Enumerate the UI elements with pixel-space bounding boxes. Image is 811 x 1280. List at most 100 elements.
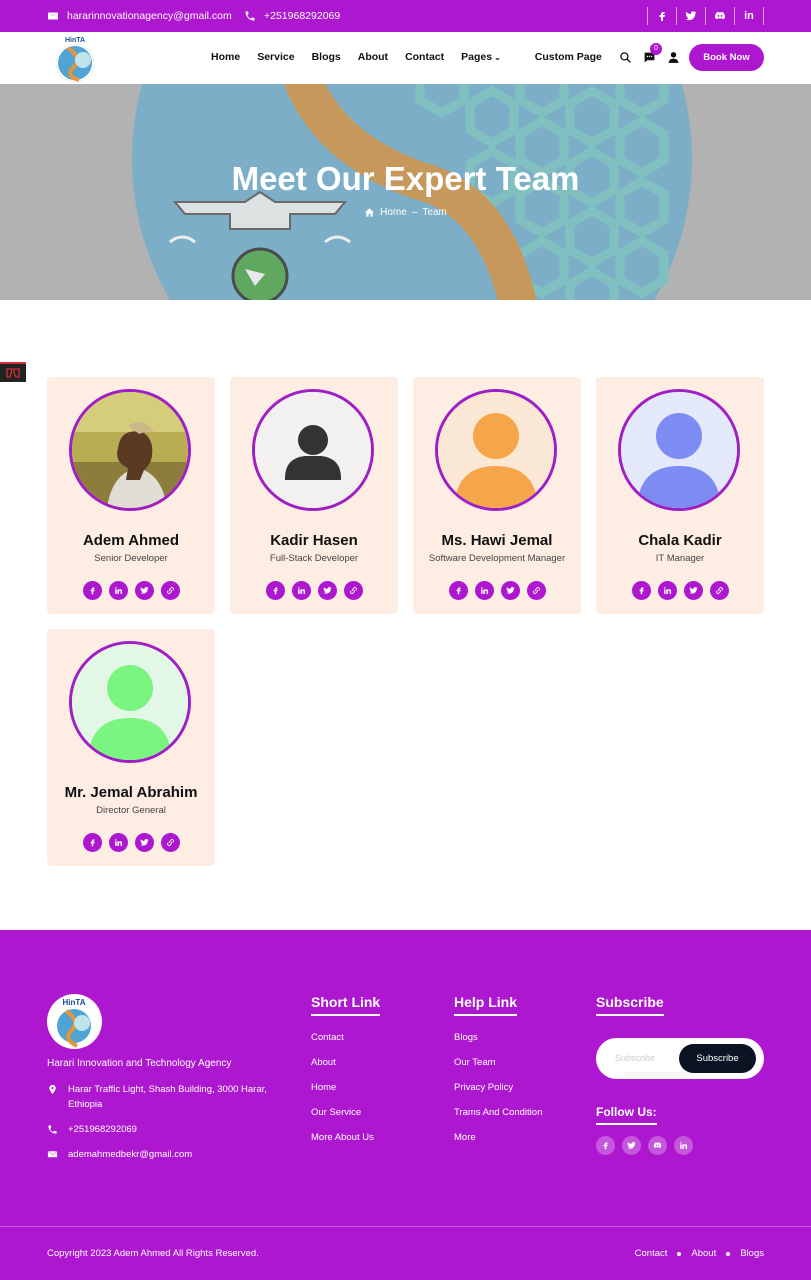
- main-navbar: HinTA Home Service Blogs About Contact P…: [0, 32, 811, 84]
- nav-item-contact[interactable]: Contact: [405, 51, 444, 63]
- linkedin-link[interactable]: [474, 581, 494, 600]
- link-icon: [715, 587, 723, 594]
- footer-subscribe: Subscribe: [596, 994, 664, 1016]
- team-member-name: Adem Ahmed: [82, 532, 180, 549]
- footer-org-name: Harari Innovation and Technology Agency: [47, 1058, 232, 1069]
- subscribe-button[interactable]: Subscribe: [679, 1044, 756, 1073]
- website-link[interactable]: [160, 833, 180, 852]
- footer-link-our-service[interactable]: Our Service: [311, 1107, 380, 1132]
- website-link[interactable]: [343, 581, 363, 600]
- envelope-icon: [48, 12, 58, 20]
- breadcrumb: Home – Team: [0, 207, 811, 218]
- breadcrumb-home-link[interactable]: Home: [380, 207, 407, 218]
- footer-link-more[interactable]: More: [454, 1132, 542, 1157]
- twitter-link[interactable]: [134, 833, 154, 852]
- linkedin-icon: [480, 587, 488, 594]
- facebook-icon: [456, 587, 461, 595]
- facebook-link[interactable]: [82, 581, 102, 600]
- topbar-phone[interactable]: +251968292069: [244, 10, 340, 22]
- facebook-link[interactable]: [265, 581, 285, 600]
- facebook-icon: [90, 839, 95, 847]
- bottom-link-contact[interactable]: Contact: [635, 1248, 668, 1259]
- phone-icon: [48, 1125, 57, 1134]
- footer-link-our-team[interactable]: Our Team: [454, 1057, 542, 1082]
- page-title: Meet Our Expert Team: [231, 160, 580, 197]
- footer-short-links: Short Link Contact About Home Our Servic…: [311, 994, 381, 1157]
- twitter-link[interactable]: [683, 581, 703, 600]
- website-link[interactable]: [709, 581, 729, 600]
- footer-twitter-link[interactable]: [622, 1136, 641, 1155]
- website-link[interactable]: [526, 581, 546, 600]
- facebook-link[interactable]: [448, 581, 468, 600]
- topbar-email[interactable]: hararinnovationagency@gmail.com: [47, 10, 232, 22]
- nav-item-blogs[interactable]: Blogs: [312, 51, 341, 63]
- topbar-discord-link[interactable]: [706, 7, 735, 25]
- nav-item-service[interactable]: Service: [257, 51, 294, 63]
- linkedin-icon: [297, 587, 305, 594]
- side-widget-tab[interactable]: [0, 362, 26, 382]
- linkedin-link[interactable]: [291, 581, 311, 600]
- separator-dot: [726, 1251, 731, 1256]
- nav-item-pages[interactable]: Pages ⌄: [461, 51, 518, 63]
- nav-item-home[interactable]: Home: [211, 51, 240, 63]
- team-member-name: Kadir Hasen: [270, 532, 358, 549]
- photo-portrait: [72, 392, 188, 508]
- user-icon[interactable]: [667, 51, 680, 64]
- footer-facebook-link[interactable]: [596, 1136, 615, 1155]
- footer-phone[interactable]: +251968292069: [47, 1122, 137, 1137]
- search-icon[interactable]: [619, 51, 632, 64]
- main-menu: Home Service Blogs About Contact Pages ⌄ …: [211, 51, 619, 63]
- link-icon: [166, 587, 174, 594]
- facebook-link[interactable]: [82, 833, 102, 852]
- bottom-link-blogs[interactable]: Blogs: [740, 1248, 764, 1259]
- nav-item-custom-page[interactable]: Custom Page: [535, 51, 602, 63]
- topbar-twitter-link[interactable]: [677, 7, 706, 25]
- team-member-photo: [435, 389, 557, 511]
- footer-logo[interactable]: HinTA: [47, 994, 102, 1049]
- footer-discord-link[interactable]: [648, 1136, 667, 1155]
- short-link-heading: Short Link: [311, 994, 381, 1016]
- svg-text:HinTA: HinTA: [63, 998, 86, 1007]
- topbar-linkedin-link[interactable]: in: [735, 7, 764, 25]
- agency-logo[interactable]: HinTA: [55, 34, 95, 84]
- twitter-link[interactable]: [500, 581, 520, 600]
- footer-link-privacy-policy[interactable]: Privacy Policy: [454, 1082, 542, 1107]
- twitter-icon: [322, 587, 332, 594]
- website-link[interactable]: [160, 581, 180, 600]
- facebook-icon: [639, 587, 644, 595]
- facebook-icon: [659, 12, 665, 21]
- book-now-button[interactable]: Book Now: [689, 44, 764, 71]
- linkedin-icon: [114, 587, 122, 594]
- facebook-link[interactable]: [631, 581, 651, 600]
- linkedin-link[interactable]: [657, 581, 677, 600]
- team-card: Mr. Jemal Abrahim Director General: [47, 629, 215, 866]
- team-member-photo: [618, 389, 740, 511]
- team-member-role: IT Manager: [655, 553, 705, 564]
- twitter-link[interactable]: [317, 581, 337, 600]
- team-member-socials: [47, 581, 215, 600]
- nav-icons: [619, 51, 680, 64]
- subscribe-heading: Subscribe: [596, 994, 664, 1016]
- twitter-icon: [505, 587, 515, 594]
- linkedin-link[interactable]: [108, 833, 128, 852]
- team-member-role: Full-Stack Developer: [269, 553, 359, 564]
- footer-linkedin-link[interactable]: [674, 1136, 693, 1155]
- footer-link-about[interactable]: About: [311, 1057, 380, 1082]
- footer-link-more-about-us[interactable]: More About Us: [311, 1132, 380, 1157]
- topbar-facebook-link[interactable]: [648, 7, 677, 25]
- subscribe-input[interactable]: Subscribe: [615, 1053, 655, 1063]
- footer-email[interactable]: ademahmedbekr@gmail.com: [47, 1147, 192, 1162]
- twitter-link[interactable]: [134, 581, 154, 600]
- nav-item-about[interactable]: About: [358, 51, 388, 63]
- linkedin-icon: [663, 587, 671, 594]
- footer-link-home[interactable]: Home: [311, 1082, 380, 1107]
- team-card: Kadir Hasen Full-Stack Developer: [230, 377, 398, 614]
- twitter-icon: [139, 587, 149, 594]
- facebook-icon: [273, 587, 278, 595]
- footer-link-terms[interactable]: Trams And Condition: [454, 1107, 542, 1132]
- footer-link-contact[interactable]: Contact: [311, 1032, 380, 1057]
- separator-dot: [677, 1251, 682, 1256]
- linkedin-link[interactable]: [108, 581, 128, 600]
- bottom-link-about[interactable]: About: [691, 1248, 716, 1259]
- footer-link-blogs[interactable]: Blogs: [454, 1032, 542, 1057]
